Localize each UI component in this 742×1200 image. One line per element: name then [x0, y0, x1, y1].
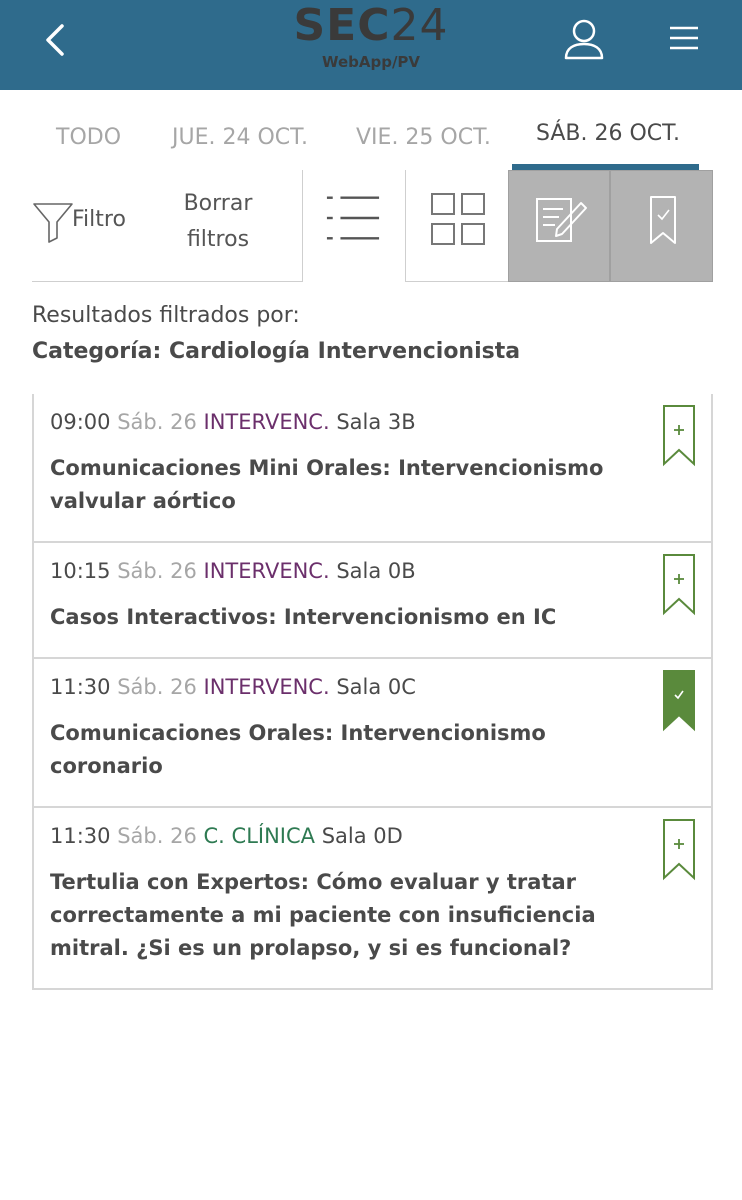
- toolbar: Filtro Borrar filtros: [32, 170, 713, 282]
- session-day: Sáb. 26: [117, 559, 197, 583]
- session-category: INTERVENC.: [203, 410, 330, 434]
- filter-section: Filtro Borrar filtros: [32, 170, 303, 282]
- grid-view-icon: [431, 193, 485, 245]
- filter-summary-category: Categoría: Cardiología Intervencionista: [32, 339, 521, 364]
- session-card[interactable]: 11:30 Sáb. 26 INTERVENC. Sala 0C Comunic…: [32, 659, 713, 808]
- session-card[interactable]: 11:30 Sáb. 26 C. CLÍNICA Sala 0D Tertuli…: [32, 808, 713, 990]
- app-logo: SEC24: [0, 2, 742, 50]
- day-tabs: TODO JUE. 24 OCT. VIE. 25 OCT. SÁB. 26 O…: [0, 90, 742, 170]
- session-category: INTERVENC.: [203, 559, 330, 583]
- saved-sessions-button[interactable]: [610, 170, 713, 282]
- hamburger-menu-icon: [670, 26, 698, 50]
- app-subtitle: WebApp/PV: [321, 53, 421, 71]
- session-room: Sala 3B: [336, 410, 416, 434]
- session-day: Sáb. 26: [117, 824, 197, 848]
- session-meta: 10:15 Sáb. 26 INTERVENC. Sala 0B: [50, 557, 416, 585]
- session-meta: 09:00 Sáb. 26 INTERVENC. Sala 3B: [50, 408, 416, 436]
- bookmark-add-button[interactable]: [662, 553, 696, 617]
- session-day: Sáb. 26: [117, 675, 197, 699]
- session-time: 11:30: [50, 675, 111, 699]
- session-room: Sala 0B: [336, 559, 416, 583]
- user-button[interactable]: [560, 16, 608, 64]
- session-time: 09:00: [50, 410, 111, 434]
- user-icon: [564, 19, 604, 60]
- tab-todo[interactable]: TODO: [56, 124, 121, 152]
- session-room: Sala 0D: [321, 824, 403, 848]
- session-card[interactable]: 10:15 Sáb. 26 INTERVENC. Sala 0B Casos I…: [32, 543, 713, 659]
- grid-view-button[interactable]: [405, 170, 508, 282]
- tab-jue-24[interactable]: JUE. 24 OCT.: [172, 124, 308, 152]
- bookmark-add-icon: [663, 405, 695, 467]
- filter-summary-label: Resultados filtrados por:: [32, 303, 300, 328]
- bookmark-add-icon: [663, 554, 695, 616]
- session-time: 11:30: [50, 824, 111, 848]
- logo-thin-text: 24: [390, 0, 449, 51]
- list-view-icon: [326, 196, 380, 240]
- bookmark-add-button[interactable]: [662, 404, 696, 468]
- session-day: Sáb. 26: [117, 410, 197, 434]
- clear-filters-line1: Borrar: [183, 191, 253, 216]
- bookmark-checked-icon: [663, 670, 695, 732]
- session-card[interactable]: 09:00 Sáb. 26 INTERVENC. Sala 3B Comunic…: [32, 394, 713, 543]
- filter-funnel-icon: [33, 203, 73, 243]
- session-meta: 11:30 Sáb. 26 INTERVENC. Sala 0C: [50, 673, 416, 701]
- list-view-button[interactable]: [303, 170, 406, 282]
- clear-filters-line2: filtros: [186, 227, 250, 252]
- tab-vie-25[interactable]: VIE. 25 OCT.: [356, 124, 491, 152]
- notes-icon: [536, 198, 587, 242]
- clear-filters-button[interactable]: Borrar filtros: [158, 186, 278, 258]
- session-meta: 11:30 Sáb. 26 C. CLÍNICA Sala 0D: [50, 822, 403, 850]
- session-room: Sala 0C: [336, 675, 416, 699]
- filter-label[interactable]: Filtro: [72, 206, 126, 234]
- filter-button[interactable]: [32, 200, 74, 244]
- session-category: INTERVENC.: [203, 675, 330, 699]
- bookmark-add-icon: [663, 819, 695, 881]
- menu-button[interactable]: [664, 22, 704, 58]
- session-time: 10:15: [50, 559, 111, 583]
- tab-sab-26[interactable]: SÁB. 26 OCT.: [536, 120, 680, 148]
- session-title: Comunicaciones Mini Orales: Intervencion…: [50, 456, 604, 513]
- session-title: Casos Interactivos: Intervencionismo en …: [50, 605, 557, 629]
- bookmark-checked-button[interactable]: [662, 669, 696, 733]
- session-category: C. CLÍNICA: [203, 824, 316, 848]
- notes-button[interactable]: [508, 170, 610, 282]
- app-header: SEC24 WebApp/PV: [0, 0, 742, 90]
- saved-bookmark-icon: [650, 196, 676, 244]
- session-title: Comunicaciones Orales: Intervencionismo …: [50, 721, 546, 778]
- session-title: Tertulia con Expertos: Cómo evaluar y tr…: [50, 870, 596, 960]
- logo-bold-text: SEC: [293, 0, 391, 51]
- bookmark-add-button[interactable]: [662, 818, 696, 882]
